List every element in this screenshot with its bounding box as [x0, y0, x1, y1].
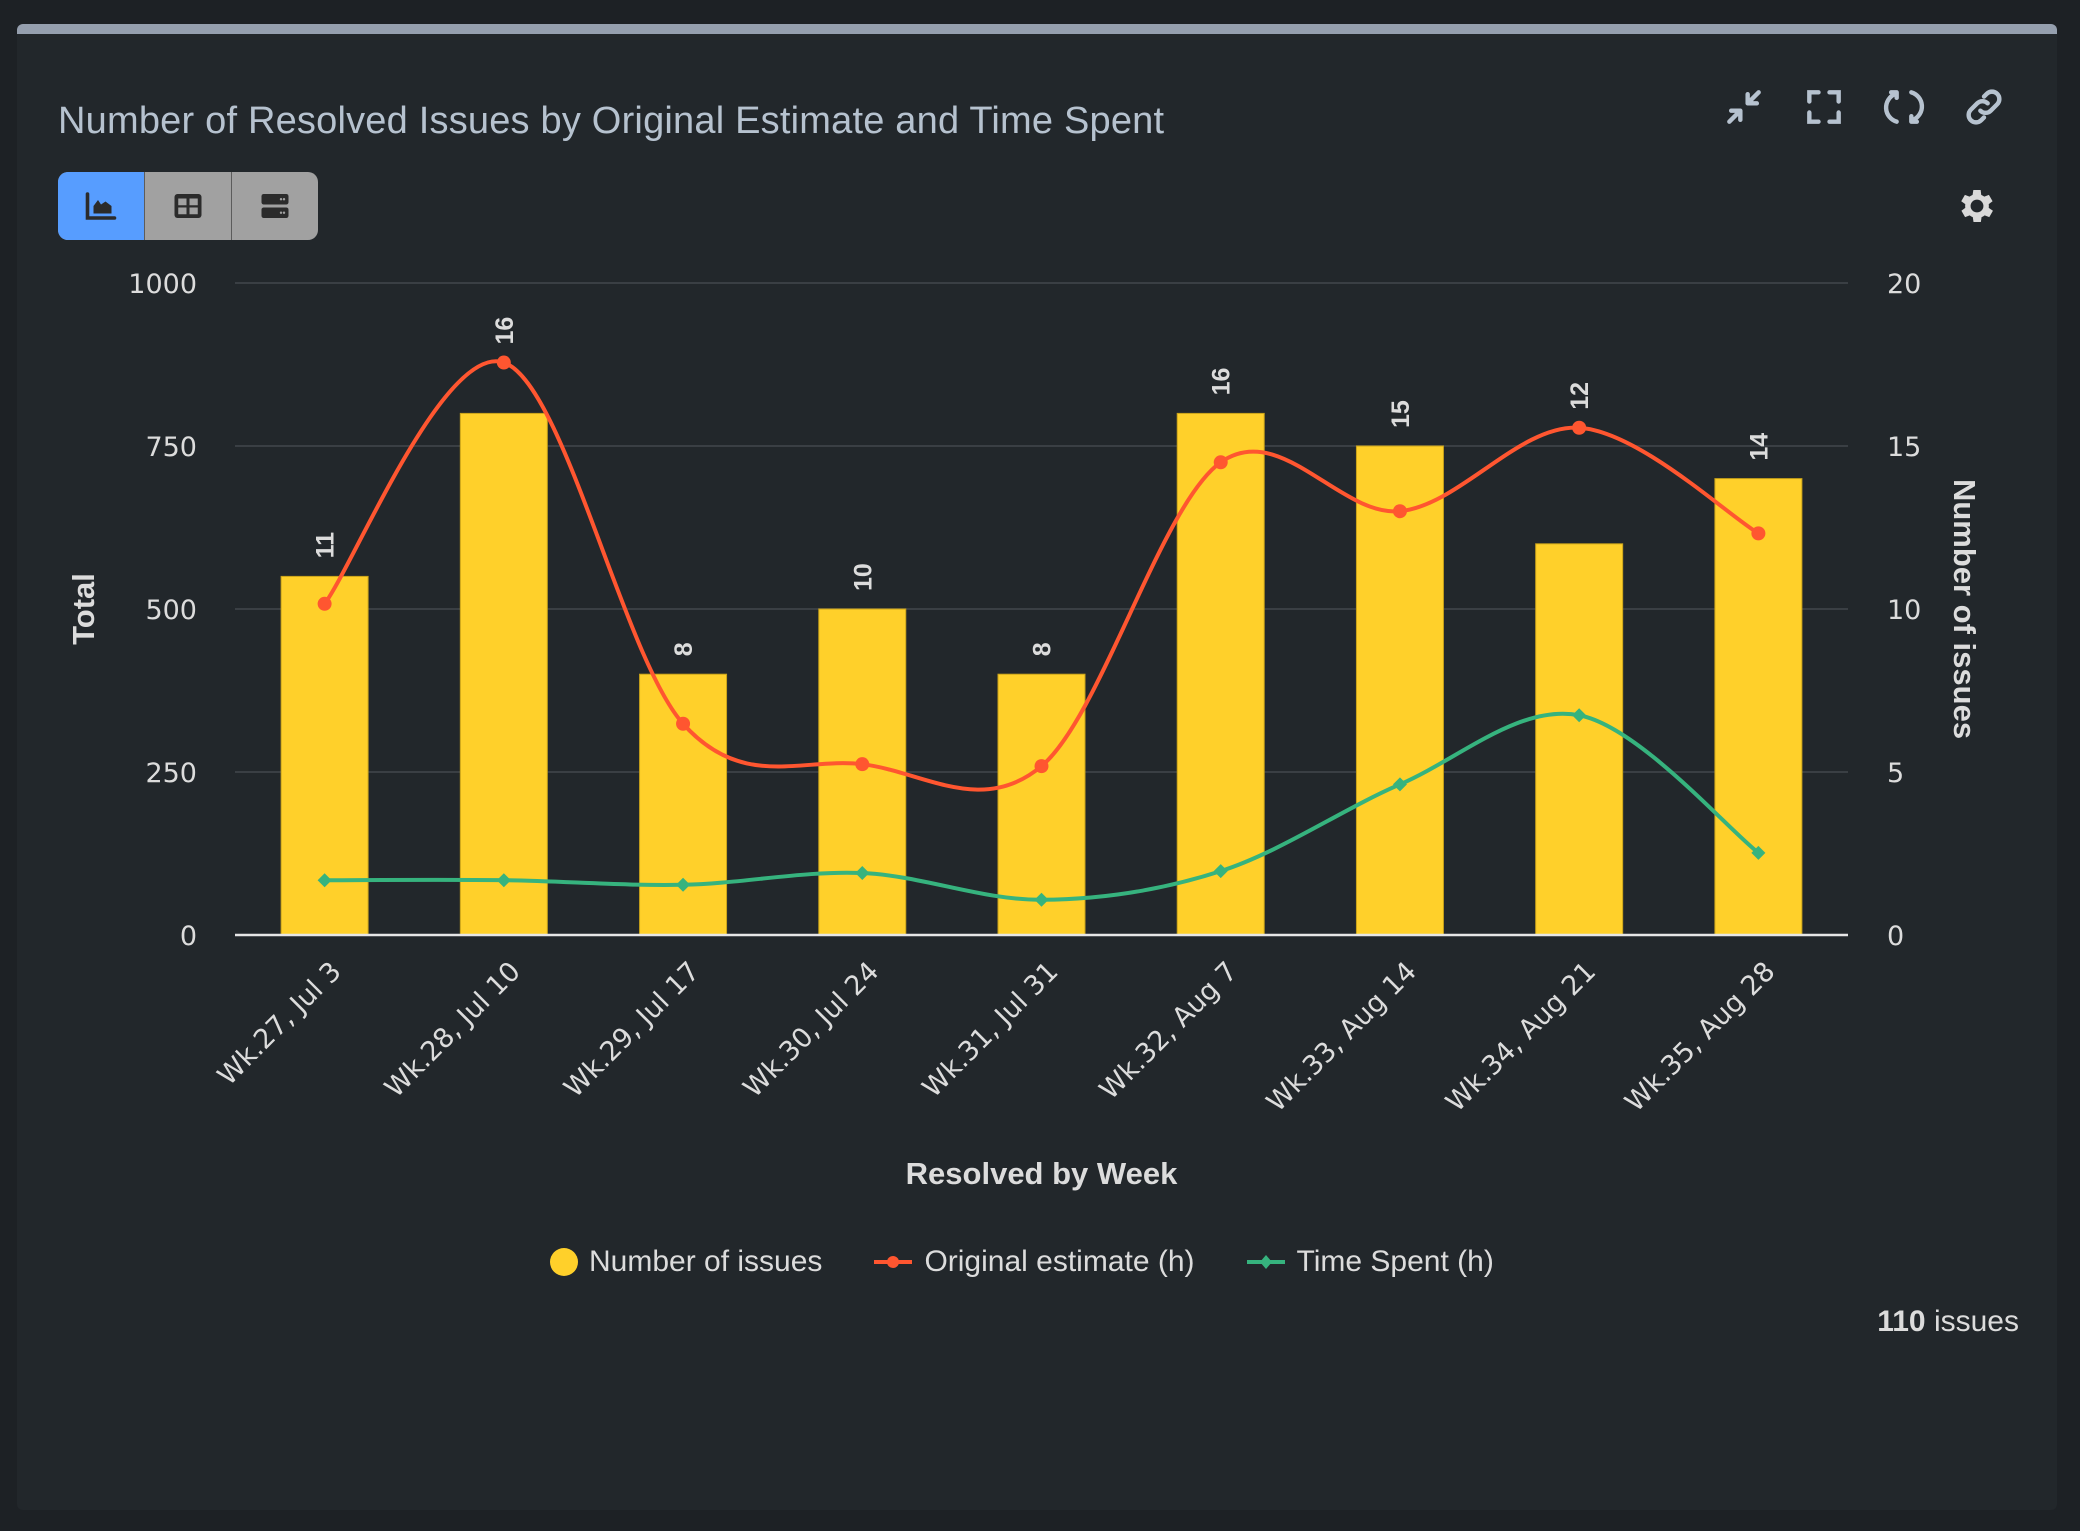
bar	[1714, 478, 1803, 936]
issue-count: 110 issues	[1877, 1305, 2019, 1339]
bar-data-label: 14	[1745, 433, 1773, 461]
legend-item-number-of-issues[interactable]: Number of issues	[549, 1245, 822, 1279]
legend-line-circle-icon	[874, 1256, 913, 1268]
y-tick-label: 1000	[128, 269, 197, 300]
legend-item-original-estimate[interactable]: Original estimate (h)	[872, 1245, 1195, 1279]
legend-circle-icon	[550, 1248, 578, 1276]
x-tick-label: Wk.32, Aug 7	[1094, 956, 1244, 1106]
line-point	[855, 757, 870, 772]
bar-data-label: 10	[849, 563, 877, 591]
issue-count-value: 110	[1877, 1305, 1926, 1338]
bar	[1355, 445, 1444, 936]
x-tick-label: Wk.28, Jul 10	[379, 956, 527, 1104]
bar-data-label: 12	[1566, 382, 1594, 410]
bar-data-label: 8	[670, 642, 698, 656]
y2-axis-title: Number of issues	[1947, 479, 1982, 739]
bar	[459, 412, 548, 936]
line-point	[1751, 526, 1766, 541]
y2-tick-label: 0	[1887, 921, 1904, 952]
x-tick-label: Wk.31, Jul 31	[917, 956, 1065, 1104]
line-point	[496, 355, 511, 370]
y2-tick-label: 5	[1887, 758, 1904, 789]
x-tick-label: Wk.27, Jul 3	[212, 956, 348, 1092]
y2-tick-label: 15	[1887, 432, 1921, 463]
y-axis-title: Total	[66, 573, 101, 645]
bar	[639, 673, 728, 936]
legend-item-time-spent[interactable]: Time Spent (h)	[1245, 1245, 1494, 1279]
bar	[1176, 412, 1265, 936]
bar-data-label: 11	[312, 532, 340, 559]
line-point	[1034, 759, 1049, 774]
y-tick-label: 250	[145, 758, 197, 789]
y-tick-label: 500	[145, 595, 197, 626]
line-point	[676, 716, 691, 731]
y2-tick-label: 10	[1887, 595, 1921, 626]
x-tick-label: Wk.33, Aug 14	[1261, 956, 1423, 1118]
bar-data-label: 16	[491, 317, 519, 345]
line-point	[1213, 455, 1228, 470]
combo-chart: 0 250 500 750 1000 0 5 10 15 20 Total Number of iss…	[66, 269, 1982, 1191]
x-tick-label: Wk.35, Aug 28	[1619, 956, 1781, 1118]
y-tick-label: 0	[180, 921, 197, 952]
x-axis-title: Resolved by Week	[906, 1156, 1178, 1191]
chart-card: Number of Resolved Issues by Original Es…	[17, 24, 2057, 1510]
legend-line-diamond-icon	[1246, 1255, 1285, 1269]
line-point	[1572, 420, 1587, 435]
bar-data-label: 15	[1387, 400, 1415, 428]
chart-legend: Number of issues Original estimate (h) T…	[549, 1245, 1544, 1279]
legend-label: Number of issues	[589, 1245, 823, 1278]
issue-count-label: issues	[1925, 1305, 2019, 1338]
bar-data-label: 16	[1208, 368, 1236, 396]
line-point	[317, 596, 332, 611]
y-tick-label: 750	[145, 432, 197, 463]
x-tick-label: Wk.30, Jul 24	[737, 956, 885, 1104]
legend-label: Original estimate (h)	[924, 1245, 1195, 1278]
x-tick-label: Wk.34, Aug 21	[1440, 956, 1602, 1118]
line-point	[1392, 504, 1407, 519]
bar-data-label: 8	[1029, 642, 1057, 656]
legend-label: Time Spent (h)	[1296, 1245, 1494, 1278]
bar	[1535, 543, 1624, 936]
x-tick-label: Wk.29, Jul 17	[558, 956, 706, 1104]
y2-tick-label: 20	[1887, 269, 1921, 300]
